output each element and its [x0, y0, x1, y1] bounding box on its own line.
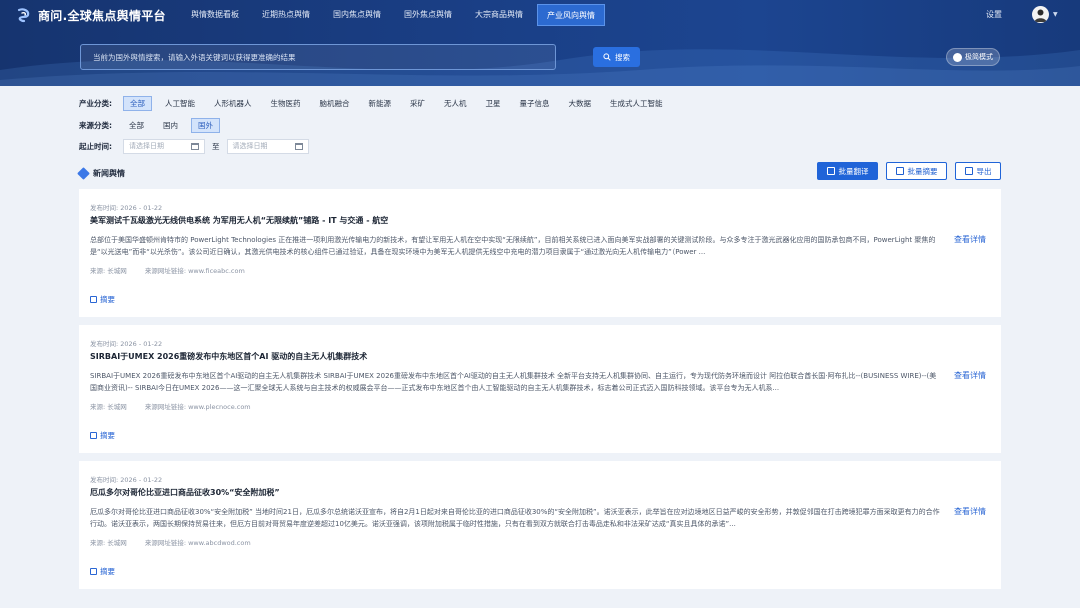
export-label: 导出 [976, 166, 992, 176]
source-filter-label: 来源分类: [79, 120, 112, 130]
source-option-domestic[interactable]: 国内 [157, 118, 184, 133]
view-detail-link[interactable]: 查看详情 [954, 234, 986, 245]
app-title: 商问.全球焦点舆情平台 [38, 8, 166, 23]
news-excerpt: 总部位于美国华盛顿州肯特市的 PowerLight Technologies 正… [90, 236, 936, 256]
summary-icon [895, 167, 904, 175]
industry-option-biomedicine[interactable]: 生物医药 [265, 96, 307, 111]
nav-commodity[interactable]: 大宗商品舆情 [466, 4, 532, 26]
source-name: 来源: 长城网 [90, 267, 127, 275]
industry-option-brain-computer[interactable]: 脑机融合 [314, 96, 356, 111]
calendar-icon [294, 142, 303, 150]
summary-button[interactable]: 摘要 [90, 294, 115, 305]
news-card: 发布时间: 2026 - 01-22 美军测试千瓦级激光无线供电系统 为军用无人… [79, 189, 1001, 317]
publish-date: 发布时间: 2026 - 01-22 [90, 476, 163, 484]
news-source-line: 来源: 长城网 来源网址链接: www.abcdwod.com [90, 537, 267, 547]
batch-summary-button[interactable]: 批量摘要 [886, 162, 947, 180]
translate-icon [826, 167, 835, 175]
minimal-mode-toggle[interactable]: 极简模式 [946, 48, 1000, 66]
user-avatar-icon [1034, 9, 1047, 22]
batch-translate-label: 批量翻译 [838, 166, 869, 176]
top-header: 商问.全球焦点舆情平台 舆情数据看板 近期热点舆情 国内焦点舆情 国外焦点舆情 … [0, 0, 1080, 86]
upload-icon [964, 167, 973, 175]
news-title[interactable]: 厄瓜多尔对哥伦比亚进口商品征收30%“安全附加税” [90, 487, 280, 498]
search-button-label: 搜索 [615, 52, 630, 62]
publish-date: 发布时间: 2026 - 01-22 [90, 340, 163, 348]
summary-label: 摘要 [100, 295, 115, 304]
batch-summary-label: 批量摘要 [907, 166, 938, 176]
industry-option-new-energy[interactable]: 新能源 [363, 96, 398, 111]
chevron-down-icon[interactable]: ▼ [1053, 11, 1058, 18]
nav-recent-hot[interactable]: 近期热点舆情 [253, 4, 319, 26]
source-link[interactable]: 来源网址链接: www.plecnoce.com [145, 403, 251, 411]
diamond-icon [77, 167, 90, 180]
logo-icon [17, 8, 30, 23]
main-nav: 舆情数据看板 近期热点舆情 国内焦点舆情 国外焦点舆情 大宗商品舆情 产业风向舆… [182, 4, 610, 26]
end-date-picker[interactable]: 请选择日期 [226, 138, 309, 154]
summary-label: 摘要 [100, 567, 115, 576]
industry-filter-label: 产业分类: [79, 98, 112, 108]
news-excerpt: SIRBAI于UMEX 2026重磅发布中东地区首个AI驱动的自主无人机集群技术… [90, 372, 937, 392]
summary-button[interactable]: 摘要 [90, 430, 115, 441]
industry-option-humanoid-robot[interactable]: 人形机器人 [208, 96, 258, 111]
nav-foreign-focus[interactable]: 国外焦点舆情 [395, 4, 461, 26]
time-filter-label: 起止时间: [79, 141, 112, 151]
avatar[interactable] [1032, 6, 1049, 23]
view-detail-link[interactable]: 查看详情 [954, 370, 986, 381]
industry-option-satellite[interactable]: 卫星 [480, 96, 507, 111]
industry-option-genai[interactable]: 生成式人工智能 [604, 96, 669, 111]
summary-button[interactable]: 摘要 [90, 566, 115, 577]
app-logo[interactable]: 商问.全球焦点舆情平台 [16, 6, 166, 24]
news-card: 发布时间: 2026 - 01-22 SIRBAI于UMEX 2026重磅发布中… [79, 325, 1001, 453]
source-link[interactable]: 来源网址链接: www.ficeabc.com [145, 267, 245, 275]
news-title[interactable]: SIRBAI于UMEX 2026重磅发布中东地区首个AI 驱动的自主无人机集群技… [90, 351, 367, 362]
nav-domestic-focus[interactable]: 国内焦点舆情 [324, 4, 390, 26]
date-separator: 至 [212, 141, 220, 151]
view-detail-link[interactable]: 查看详情 [954, 506, 986, 517]
summary-icon [90, 568, 97, 575]
news-title[interactable]: 美军测试千瓦级激光无线供电系统 为军用无人机“无限续航”铺路 - IT 与交通 … [90, 215, 388, 226]
search-box [80, 44, 556, 70]
industry-option-ai[interactable]: 人工智能 [159, 96, 201, 111]
section-title: 新闻舆情 [77, 167, 125, 180]
batch-translate-button[interactable]: 批量翻译 [817, 162, 878, 180]
news-source-line: 来源: 长城网 来源网址链接: www.plecnoce.com [90, 401, 267, 411]
search-input[interactable] [81, 45, 555, 70]
summary-label: 摘要 [100, 431, 115, 440]
news-card: 发布时间: 2026 - 01-22 厄瓜多尔对哥伦比亚进口商品征收30%“安全… [79, 461, 1001, 589]
industry-option-all[interactable]: 全部 [123, 95, 152, 111]
end-date-placeholder: 请选择日期 [232, 142, 268, 150]
calendar-icon [191, 142, 199, 150]
publish-date: 发布时间: 2026 - 01-22 [90, 204, 163, 212]
nav-dashboard[interactable]: 舆情数据看板 [182, 4, 248, 26]
time-filter-row: 起止时间: 请选择日期 至 请选择日期 [79, 138, 309, 154]
industry-option-big-data[interactable]: 大数据 [563, 96, 598, 111]
settings-link[interactable]: 设置 [986, 9, 1002, 20]
mode-switch-icon [953, 52, 962, 62]
search-button[interactable]: 搜索 [593, 47, 640, 67]
search-icon [603, 53, 611, 61]
source-name: 来源: 长城网 [90, 403, 127, 411]
start-date-placeholder: 请选择日期 [129, 142, 164, 150]
industry-option-quantum[interactable]: 量子信息 [514, 96, 556, 111]
minimal-mode-label: 极简模式 [965, 53, 993, 61]
source-link[interactable]: 来源网址链接: www.abcdwod.com [145, 539, 251, 547]
industry-option-mining[interactable]: 采矿 [404, 96, 431, 111]
news-excerpt: 厄瓜多尔对哥伦比亚进口商品征收30%“安全附加税” 当地时间21日，厄瓜多尔总统… [90, 508, 940, 528]
source-option-foreign[interactable]: 国外 [191, 117, 220, 133]
export-button[interactable]: 导出 [955, 162, 1001, 180]
summary-icon [90, 432, 97, 439]
industry-option-drone[interactable]: 无人机 [438, 96, 473, 111]
industry-filter-row: 产业分类: 全部 人工智能 人形机器人 生物医药 脑机融合 新能源 采矿 无人机… [79, 95, 676, 111]
source-option-all[interactable]: 全部 [123, 118, 150, 133]
news-source-line: 来源: 长城网 来源网址链接: www.ficeabc.com [90, 265, 261, 275]
summary-icon [90, 296, 97, 303]
source-name: 来源: 长城网 [90, 539, 127, 547]
source-filter-row: 来源分类: 全部 国内 国外 [79, 117, 227, 133]
section-title-text: 新闻舆情 [93, 169, 125, 178]
nav-industry-trend[interactable]: 产业风向舆情 [537, 4, 605, 26]
start-date-picker[interactable]: 请选择日期 [123, 138, 205, 154]
